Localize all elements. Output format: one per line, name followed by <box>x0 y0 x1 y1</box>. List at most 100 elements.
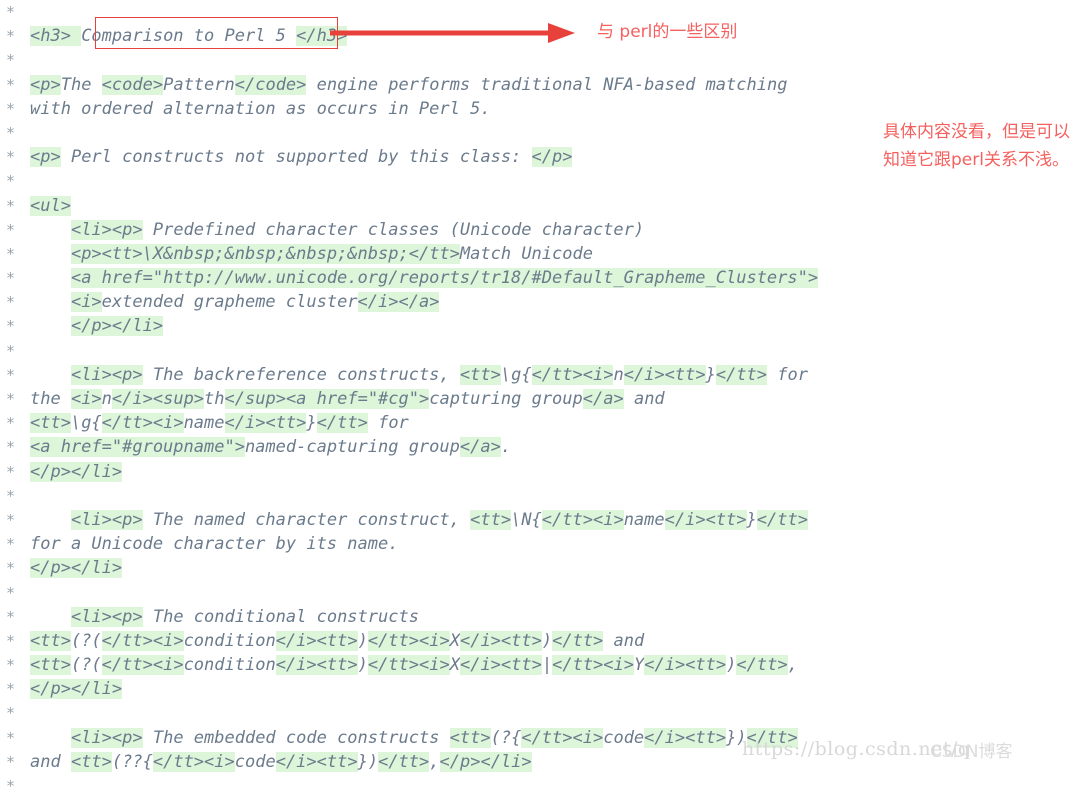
code-line[interactable]: * <p>The <code>Pattern</code> engine perf… <box>0 73 1077 97</box>
code-line[interactable]: * <a href="#groupname">named-capturing gr… <box>0 435 1077 459</box>
code-line[interactable]: * <box>0 774 1077 798</box>
plain-token: Pattern <box>163 74 235 95</box>
gutter-asterisk: * <box>6 123 16 142</box>
code-line-content: <ul> <box>30 194 71 218</box>
plain-token: the <box>30 389 71 409</box>
plain-token: th <box>204 389 225 409</box>
code-line[interactable]: * </p></li> <box>0 314 1077 338</box>
gutter-asterisk: * <box>6 583 16 602</box>
code-line[interactable]: * </p></li> <box>0 460 1077 484</box>
highlighted-token: </tt><i> <box>367 655 450 676</box>
code-line[interactable]: * <box>0 0 1077 24</box>
code-line[interactable]: * <box>0 48 1077 72</box>
highlighted-token: </code> <box>234 74 307 95</box>
highlighted-token: </tt><i> <box>152 751 235 772</box>
code-line[interactable]: * for a Unicode character by its name. <box>0 532 1077 556</box>
highlighted-token: </tt><i> <box>531 364 614 385</box>
plain-token: (?( <box>70 630 102 651</box>
gutter-asterisk: * <box>6 3 16 21</box>
highlighted-token: </i><tt> <box>459 655 542 676</box>
code-line[interactable]: * <a href="http://www.unicode.org/report… <box>0 266 1077 290</box>
code-line-content: <a href="http://www.unicode.org/reports/… <box>30 266 819 290</box>
plain-token: named-capturing group <box>244 437 460 458</box>
code-line[interactable]: * <tt>(?(</tt><i>condition</i><tt>)</tt><… <box>0 629 1077 653</box>
plain-token: and <box>30 751 71 772</box>
plain-token: Comparison to Perl 5 <box>81 26 297 47</box>
annotation-side-note: 具体内容没看，但是可以知道它跟perl关系不浅。 <box>883 122 1070 170</box>
code-line-content: and <tt>(??{</tt><i>code</i><tt>})</tt>,… <box>30 750 532 774</box>
highlighted-token: </i><tt> <box>644 655 727 676</box>
code-line-content: <li><p> The embedded code constructs <tt… <box>30 726 798 750</box>
plain-token: n <box>101 389 112 409</box>
code-line[interactable]: * <box>0 581 1077 605</box>
highlighted-token: <a href="http://www.unicode.org/reports/… <box>70 268 819 289</box>
code-line-content: <tt>(?(</tt><i>condition</i><tt>)</tt><i… <box>30 653 798 677</box>
code-line-content: <i>extended grapheme cluster</i></a> <box>30 290 440 314</box>
code-line[interactable]: * <p><tt>\X&nbsp;&nbsp;&nbsp;&nbsp;</tt>… <box>0 242 1077 266</box>
code-line[interactable]: * <tt>(?(</tt><i>condition</i><tt>)</tt><… <box>0 653 1077 677</box>
code-line-content: </p></li> <box>30 460 123 484</box>
gutter-asterisk: * <box>6 414 16 433</box>
plain-token: The embedded code constructs <box>142 727 450 748</box>
code-line-content: <li><p> The backreference constructs, <t… <box>30 363 808 387</box>
highlighted-token: <p> <box>30 147 61 168</box>
plain-token: }) <box>357 751 379 772</box>
code-line[interactable]: * <li><p> The backreference constructs, … <box>0 363 1077 387</box>
highlighted-token: </a> <box>459 437 501 458</box>
gutter-asterisk: * <box>6 148 16 167</box>
code-line[interactable]: * <li><p> Predefined character classes (… <box>0 218 1077 242</box>
code-line[interactable]: * <box>0 339 1077 363</box>
gutter-asterisk: * <box>6 390 16 408</box>
plain-token: X <box>449 655 460 676</box>
code-line-content: the <i>n</i><sup>th</sup><a href="#cg">c… <box>30 387 665 411</box>
code-line[interactable]: * the <i>n</i><sup>th</sup><a href="#cg">… <box>0 387 1077 411</box>
highlighted-token: </h3> <box>296 26 348 47</box>
plain-token: and <box>623 389 665 409</box>
gutter-asterisk: * <box>6 559 16 578</box>
highlighted-token: </i><tt> <box>459 630 542 651</box>
highlighted-token: <p><tt> <box>70 243 143 264</box>
plain-token: ) <box>357 630 368 651</box>
code-line[interactable]: * <li><p> The named character construct,… <box>0 508 1077 532</box>
code-line-content: <h3> Comparison to Perl 5 </h3> <box>30 24 348 48</box>
code-line-content: with ordered alternation as occurs in Pe… <box>30 97 491 121</box>
code-line[interactable]: * <box>0 484 1077 508</box>
code-line[interactable]: * <tt>\g{</tt><i>name</i><tt>}</tt> for <box>0 411 1077 435</box>
plain-token: , <box>787 655 798 676</box>
highlighted-token: <p> <box>30 74 61 95</box>
highlighted-token: </sup><a href="#cg"> <box>224 389 430 409</box>
code-viewer[interactable]: * * <h3> Comparison to Perl 5 </h3> * * <p>Th… <box>0 0 1077 795</box>
gutter-asterisk: * <box>6 656 16 675</box>
gutter-asterisk: * <box>6 99 16 118</box>
annotation-arrow-note: 与 perl的一些区别 <box>597 22 738 42</box>
code-line[interactable]: * </p></li> <box>0 677 1077 701</box>
code-line[interactable]: * <box>0 701 1077 725</box>
code-line[interactable]: * </p></li> <box>0 556 1077 580</box>
plain-token: Y <box>634 655 645 676</box>
highlighted-token: </i><tt> <box>623 364 706 385</box>
code-line-content: <li><p> Predefined character classes (Un… <box>30 218 644 242</box>
watermark-logo: CSDN博客 <box>930 742 1013 762</box>
highlighted-token: </p></li> <box>70 316 164 337</box>
code-line[interactable]: * <li><p> The conditional constructs <box>0 605 1077 629</box>
gutter-asterisk: * <box>6 680 16 699</box>
code-line[interactable]: * <i>extended grapheme cluster</i></a> <box>0 290 1077 314</box>
highlighted-token: <li><p> <box>70 606 143 627</box>
plain-token: and <box>603 630 645 651</box>
highlighted-token: <code> <box>101 74 164 95</box>
plain-token: Predefined character classes (Unicode ch… <box>142 219 645 240</box>
plain-token: for a Unicode character by its name. <box>30 534 399 555</box>
code-line[interactable]: * <h3> Comparison to Perl 5 </h3> <box>0 24 1077 48</box>
code-line-content: <tt>\g{</tt><i>name</i><tt>}</tt> for <box>30 411 409 435</box>
plain-token: ) <box>541 630 553 651</box>
gutter-asterisk: * <box>6 704 16 723</box>
code-line-content: <li><p> The named character construct, <… <box>30 508 808 532</box>
plain-token: Match Unicode <box>459 243 593 264</box>
code-line[interactable]: * <ul> <box>0 194 1077 218</box>
highlighted-token: </tt><i> <box>541 509 624 530</box>
highlighted-token: </tt> <box>736 655 788 676</box>
gutter-asterisk: * <box>6 244 16 263</box>
